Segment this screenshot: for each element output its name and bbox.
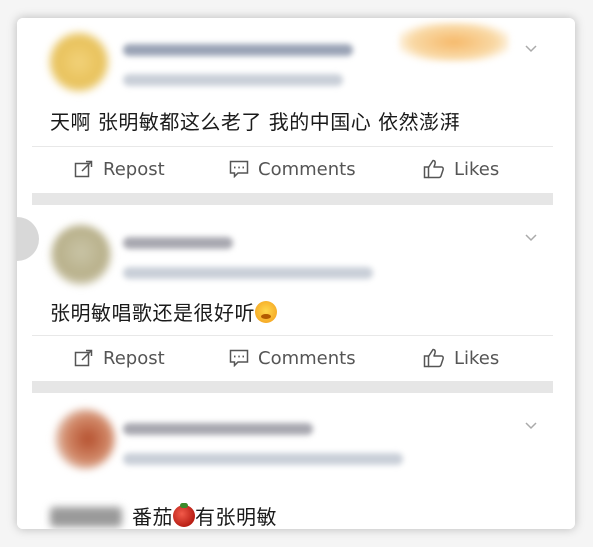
- post-meta-blurred: [123, 267, 373, 279]
- post-meta-blurred: [123, 74, 343, 86]
- username-blurred[interactable]: [123, 44, 353, 56]
- repost-icon: [74, 349, 93, 367]
- post-card: 番茄 有张明敏: [17, 393, 575, 529]
- chevron-down-icon[interactable]: [525, 42, 537, 54]
- post-card: 天啊 张明敏都这么老了 我的中国心 依然澎湃 Repost Comments L…: [17, 18, 575, 193]
- avatar[interactable]: [51, 225, 111, 285]
- post-meta-blurred: [123, 453, 403, 465]
- chevron-down-icon[interactable]: [525, 419, 537, 431]
- post-text: 张明敏唱歌还是很好听: [50, 301, 255, 325]
- comments-button[interactable]: Comments: [229, 336, 356, 380]
- post-divider: [32, 193, 553, 205]
- comments-icon: [229, 349, 249, 367]
- chevron-down-icon[interactable]: [525, 231, 537, 243]
- repost-button[interactable]: Repost: [74, 336, 165, 380]
- repost-label: Repost: [103, 158, 165, 180]
- likes-label: Likes: [454, 158, 500, 180]
- repost-button[interactable]: Repost: [74, 147, 165, 191]
- post-content: 番茄 有张明敏: [50, 501, 277, 529]
- post-card: 张明敏唱歌还是很好听 Repost Comments Likes: [17, 205, 575, 381]
- username-blurred[interactable]: [123, 237, 233, 249]
- comments-icon: [229, 160, 249, 178]
- post-text-part2: 有张明敏: [195, 505, 277, 529]
- mention-blurred[interactable]: [50, 507, 122, 527]
- vip-badge: [399, 22, 509, 62]
- repost-icon: [74, 160, 93, 178]
- tomato-emoji-icon: [173, 503, 195, 527]
- repost-label: Repost: [103, 347, 165, 369]
- comments-button[interactable]: Comments: [229, 147, 356, 191]
- post-actions: Repost Comments Likes: [32, 146, 553, 191]
- side-scroll-handle[interactable]: [17, 217, 39, 261]
- feed-window: 天啊 张明敏都这么老了 我的中国心 依然澎湃 Repost Comments L…: [17, 18, 575, 529]
- username-blurred[interactable]: [123, 423, 313, 435]
- blushing-face-emoji-icon: [255, 301, 277, 323]
- comments-label: Comments: [258, 158, 356, 180]
- comments-label: Comments: [258, 347, 356, 369]
- likes-label: Likes: [454, 347, 500, 369]
- likes-icon: [423, 348, 444, 368]
- likes-icon: [423, 159, 444, 179]
- likes-button[interactable]: Likes: [423, 147, 499, 191]
- likes-button[interactable]: Likes: [423, 336, 499, 380]
- post-actions: Repost Comments Likes: [32, 335, 553, 380]
- avatar[interactable]: [55, 409, 115, 469]
- avatar[interactable]: [49, 32, 109, 92]
- post-content: 天啊 张明敏都这么老了 我的中国心 依然澎湃: [50, 110, 461, 134]
- post-content: 张明敏唱歌还是很好听: [50, 297, 277, 326]
- post-text-part1: 番茄: [132, 505, 173, 529]
- post-divider: [32, 381, 553, 393]
